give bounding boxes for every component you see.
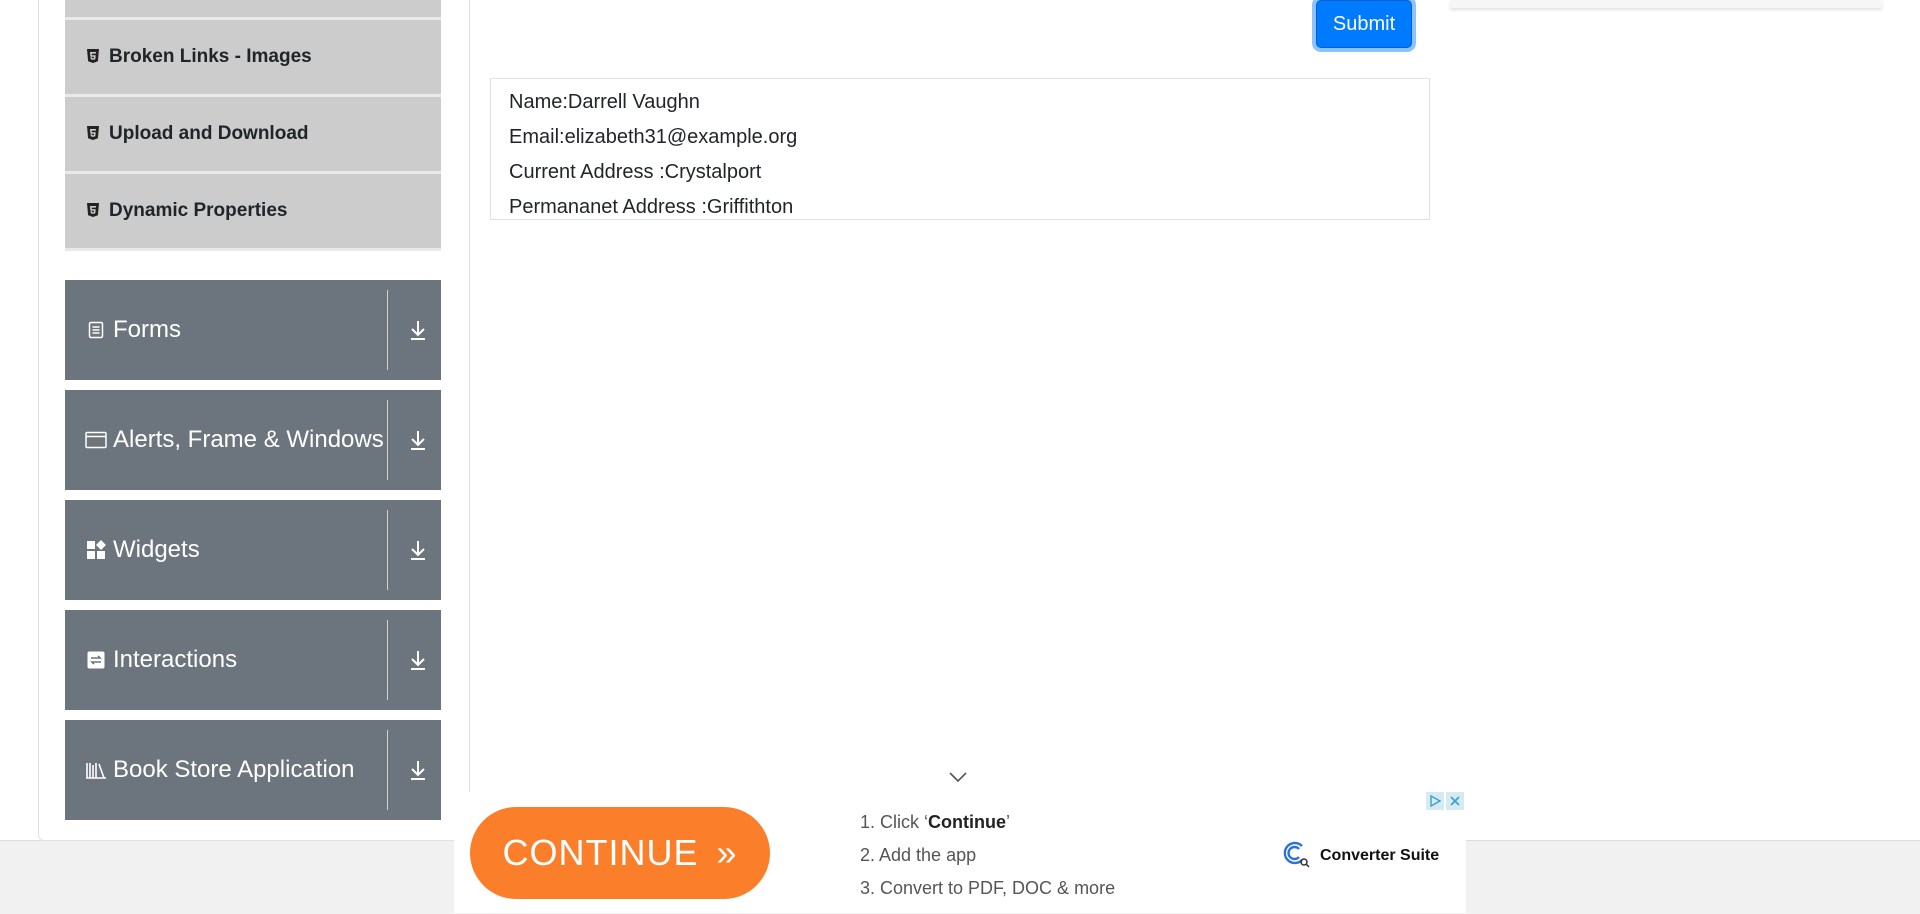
sidebar-group-interactions[interactable]: Interactions (65, 610, 441, 710)
output-name: Name:Darrell Vaughn (509, 91, 700, 113)
output-panel: Name:Darrell Vaughn Email:elizabeth31@ex… (490, 78, 1430, 220)
ad-step-1-prefix: 1. Click ‘ (860, 812, 929, 832)
sidebar-group-book-store[interactable]: Book Store Application (65, 720, 441, 820)
ad-badges (1426, 792, 1464, 810)
elements-menu-list: Broken Links - Images Upload and Downloa… (65, 0, 441, 251)
group-divider (387, 400, 388, 480)
browser-window-icon (85, 431, 107, 449)
widgets-icon (85, 540, 107, 560)
adchoices-icon[interactable] (1426, 792, 1444, 810)
ad-brand-name: Converter Suite (1320, 846, 1440, 864)
document-icon (85, 321, 107, 339)
books-icon (85, 761, 107, 779)
close-icon[interactable] (1446, 792, 1464, 810)
collapse-ad-chevron-icon[interactable] (948, 770, 968, 788)
ad-step-1-bold: Continue (928, 812, 1007, 832)
group-label: Alerts, Frame & Windows (113, 426, 384, 453)
sidebar-item-label: Dynamic Properties (109, 200, 288, 221)
group-label: Widgets (113, 536, 200, 563)
sidebar-item-broken-links[interactable]: Broken Links - Images (65, 20, 441, 97)
ad-step-2: 2. Add the app (860, 845, 977, 865)
ad-frame-strip (1450, 0, 1882, 8)
ad-step-1-suffix: ’ (1006, 812, 1011, 832)
ad-steps: 1. Click ‘Continue’ 2. Add the app 3. Co… (860, 806, 1115, 905)
group-divider (387, 290, 388, 370)
group-divider (387, 510, 388, 590)
sidebar-group-forms[interactable]: Forms (65, 280, 441, 380)
ad-banner: CONTINUE » 1. Click ‘Continue’ 2. Add th… (454, 792, 1466, 913)
converter-suite-logo-icon (1280, 838, 1310, 873)
sidebar-group-alerts-frame-windows[interactable]: Alerts, Frame & Windows (65, 390, 441, 490)
output-current-address: Current Address :Crystalport (509, 161, 762, 183)
html5-icon (83, 202, 103, 220)
output-email: Email:elizabeth31@example.org (509, 126, 798, 148)
sidebar-item-partial[interactable] (65, 0, 441, 20)
ad-continue-button[interactable]: CONTINUE » (470, 807, 770, 899)
interactions-icon (85, 651, 107, 669)
chevron-down-icon[interactable] (395, 500, 441, 600)
group-label: Book Store Application (113, 756, 355, 783)
html5-icon (83, 125, 103, 143)
sidebar-item-label: Upload and Download (109, 123, 309, 144)
ad-continue-label: CONTINUE (502, 832, 699, 873)
double-chevron-right-icon: » (716, 832, 738, 873)
group-label: Forms (113, 316, 181, 343)
submit-button[interactable]: Submit (1316, 0, 1412, 48)
sidebar-item-label: Broken Links - Images (109, 46, 312, 67)
sidebar-item-dynamic-properties[interactable]: Dynamic Properties (65, 174, 441, 251)
chevron-down-icon[interactable] (395, 610, 441, 710)
ad-step-3: 3. Convert to PDF, DOC & more (860, 878, 1116, 898)
chevron-down-icon[interactable] (395, 390, 441, 490)
chevron-down-icon[interactable] (395, 280, 441, 380)
group-divider (387, 730, 388, 810)
sidebar-group-widgets[interactable]: Widgets (65, 500, 441, 600)
ad-step-1: 1. Click ‘Continue’ (860, 806, 1115, 839)
sidebar-item-upload-download[interactable]: Upload and Download (65, 97, 441, 174)
group-label: Interactions (113, 646, 238, 673)
output-permanent-address: Permananet Address :Griffithton (509, 196, 794, 218)
ad-brand[interactable]: Converter Suite (1280, 838, 1439, 873)
chevron-down-icon[interactable] (395, 720, 441, 820)
html5-icon (83, 48, 103, 66)
group-divider (387, 620, 388, 700)
